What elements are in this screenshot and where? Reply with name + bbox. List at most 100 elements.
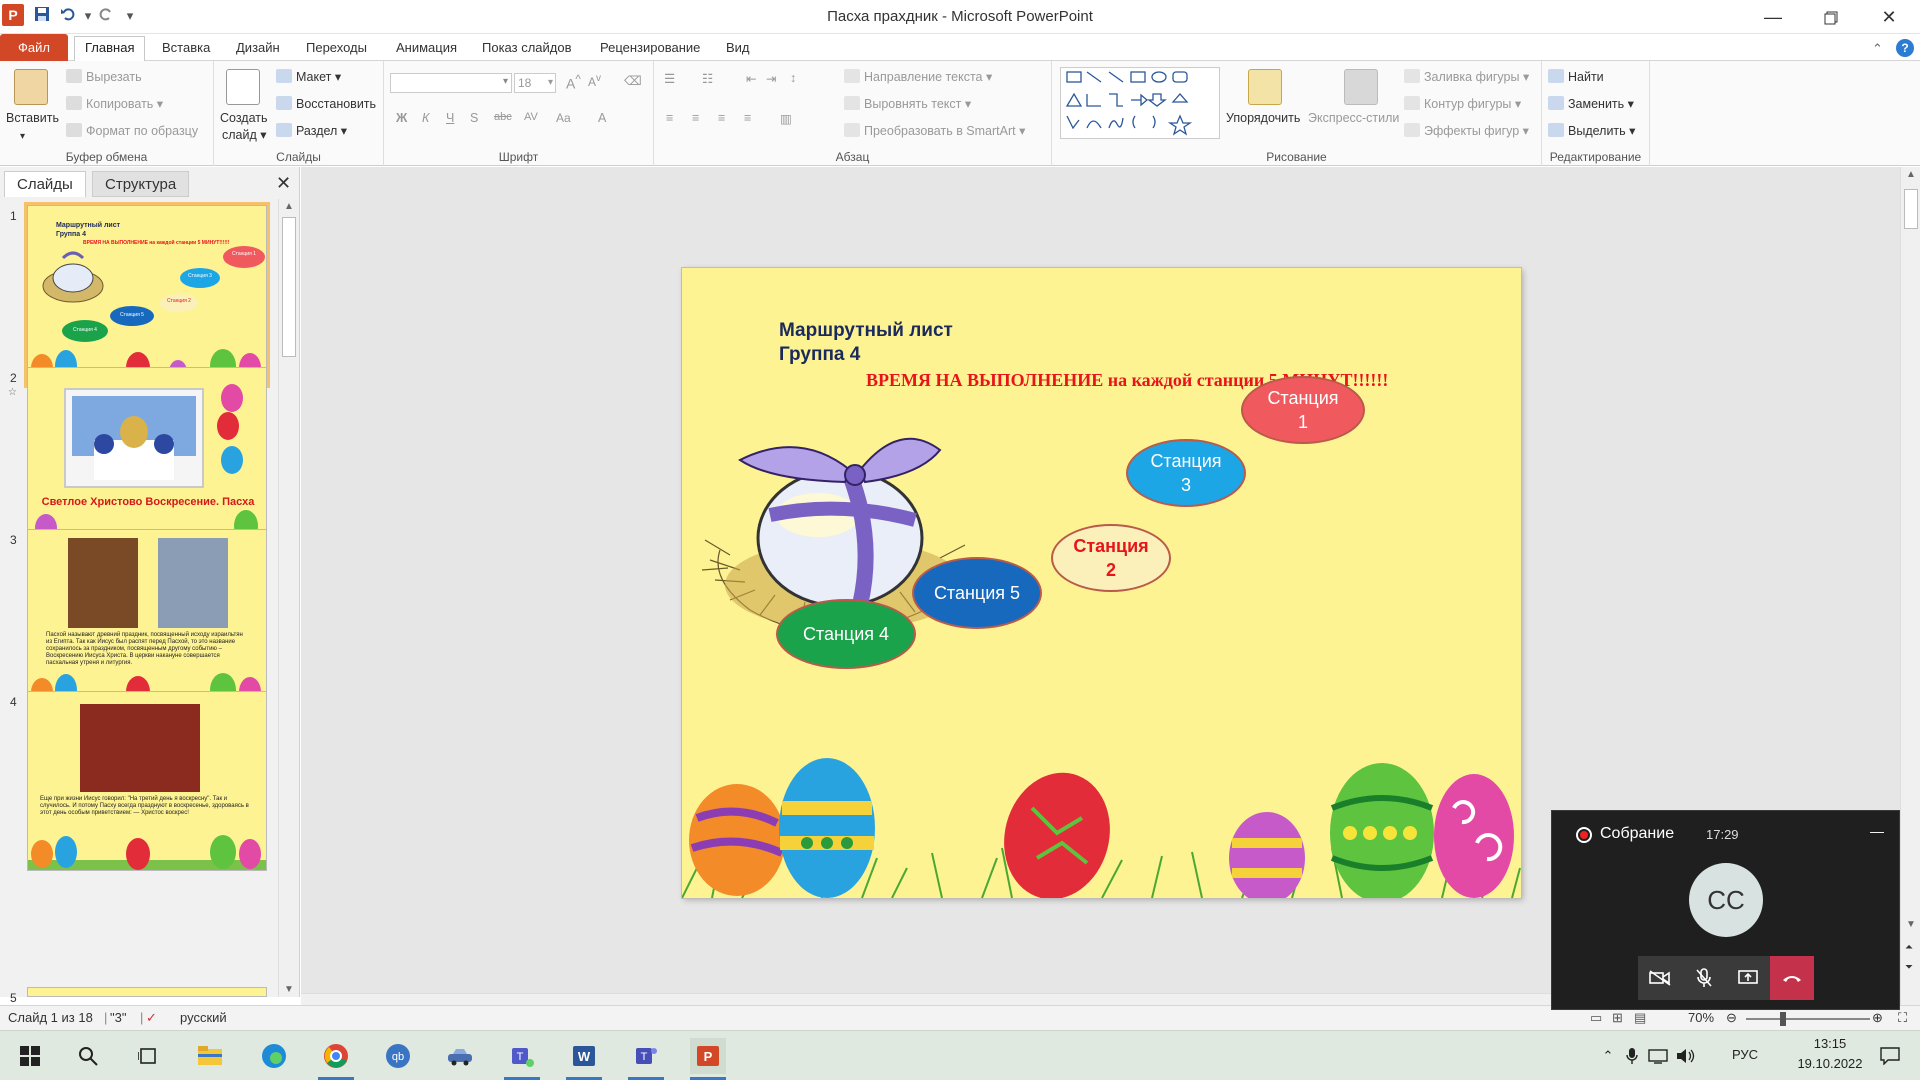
station-1-shape[interactable]: Станция 1 — [1241, 376, 1365, 444]
share-screen-icon[interactable] — [1726, 956, 1770, 1000]
section-button[interactable]: Раздел ▾ — [276, 123, 347, 138]
bullets-icon[interactable]: ☰ — [664, 71, 675, 86]
smartart-button[interactable]: Преобразовать в SmartArt ▾ — [844, 123, 1025, 138]
reset-button[interactable]: Восстановить — [276, 96, 376, 111]
undo-dropdown-icon[interactable]: ▾ — [78, 6, 98, 26]
shadow-icon[interactable]: S — [470, 111, 478, 125]
network-icon[interactable] — [1646, 1038, 1670, 1074]
tab-outline[interactable]: Структура — [92, 171, 190, 197]
select-button[interactable]: Выделить ▾ — [1548, 123, 1635, 138]
tab-transitions[interactable]: Переходы — [296, 37, 377, 61]
search-icon[interactable] — [70, 1038, 106, 1074]
normal-view-icon[interactable]: ▭ — [1590, 1010, 1602, 1026]
microphone-icon[interactable] — [1622, 1038, 1642, 1074]
redo-icon[interactable] — [96, 6, 116, 26]
justify-icon[interactable]: ≡ — [744, 111, 751, 125]
station-2-shape[interactable]: Станция 2 — [1051, 524, 1171, 592]
quick-styles-icon[interactable] — [1344, 69, 1378, 105]
powerpoint-taskbar-icon[interactable]: P — [690, 1038, 726, 1074]
tab-slides[interactable]: Слайды — [4, 171, 86, 197]
shape-fill-button[interactable]: Заливка фигуры ▾ — [1404, 69, 1529, 84]
windows-start-icon[interactable] — [12, 1038, 48, 1074]
tab-home[interactable]: Главная — [74, 36, 146, 62]
close-panel-icon[interactable]: ✕ — [276, 173, 291, 194]
arrange-button[interactable]: Упорядочить — [1226, 111, 1300, 125]
volume-icon[interactable] — [1674, 1038, 1698, 1074]
show-hidden-icons-icon[interactable]: ⌃ — [1598, 1038, 1618, 1074]
quick-styles-button[interactable]: Экспресс-стили — [1308, 111, 1399, 125]
tab-slideshow[interactable]: Показ слайдов — [472, 37, 582, 61]
paste-button[interactable]: Вставить — [6, 111, 59, 125]
fit-slide-icon[interactable]: ⛶ — [1898, 1010, 1907, 1026]
notifications-icon[interactable] — [1872, 1038, 1908, 1074]
shrink-font-icon[interactable]: Av — [588, 73, 601, 89]
station-5-shape[interactable]: Станция 5 — [912, 557, 1042, 629]
scroll-up-icon[interactable]: ▲ — [284, 201, 294, 212]
slide-sorter-icon[interactable]: ⊞ — [1612, 1010, 1623, 1026]
current-slide[interactable]: Маршрутный лист Группа 4 ВРЕМЯ НА ВЫПОЛН… — [682, 268, 1521, 898]
slide-subtitle[interactable]: Группа 4 — [779, 344, 860, 366]
scroll-thumb[interactable] — [1904, 189, 1918, 229]
restore-icon[interactable] — [1802, 0, 1860, 34]
font-size-dropdown-icon[interactable]: ▾ — [548, 74, 553, 92]
station-3-shape[interactable]: Станция 3 — [1126, 439, 1246, 507]
scroll-up-icon[interactable]: ▲ — [1906, 169, 1916, 180]
tab-view[interactable]: Вид — [716, 37, 760, 61]
font-name-dropdown-icon[interactable]: ▾ — [503, 76, 508, 87]
save-icon[interactable] — [32, 6, 52, 26]
shapes-gallery[interactable] — [1060, 67, 1220, 139]
bold-icon[interactable]: Ж — [396, 111, 407, 125]
station-4-shape[interactable]: Станция 4 — [776, 599, 916, 669]
italic-icon[interactable]: К — [422, 111, 429, 125]
slide-thumbnail-4[interactable]: Еще при жизни Иисус говорил: "На третий … — [27, 691, 267, 871]
hang-up-icon[interactable] — [1770, 956, 1814, 1000]
arrange-icon[interactable] — [1248, 69, 1282, 105]
underline-icon[interactable]: Ч — [446, 111, 454, 125]
edge-browser-icon[interactable] — [256, 1038, 292, 1074]
editor-vertical-scrollbar[interactable]: ▲ ▼ ⏶ ⏷ — [1900, 167, 1920, 1005]
cut-button[interactable]: Вырезать — [66, 69, 142, 84]
scroll-down-icon[interactable]: ▼ — [284, 984, 294, 995]
teams-icon[interactable]: T — [504, 1038, 540, 1074]
slide-title[interactable]: Маршрутный лист — [779, 318, 953, 344]
close-icon[interactable]: ✕ — [1860, 0, 1918, 34]
shape-effects-button[interactable]: Эффекты фигур ▾ — [1404, 123, 1529, 138]
format-painter-button[interactable]: Формат по образцу — [66, 123, 198, 138]
align-text-button[interactable]: Выровнять текст ▾ — [844, 96, 971, 111]
strikethrough-icon[interactable]: abc — [494, 111, 512, 123]
scroll-down-icon[interactable]: ▼ — [1906, 919, 1916, 930]
paste-dropdown-icon[interactable]: ▾ — [20, 131, 25, 142]
tab-review[interactable]: Рецензирование — [590, 37, 710, 61]
clock-date[interactable]: 19.10.2022 — [1790, 1056, 1870, 1071]
zoom-in-icon[interactable]: ⊕ — [1872, 1010, 1883, 1026]
zoom-slider-thumb[interactable] — [1780, 1012, 1786, 1026]
new-slide-button-line2[interactable]: слайд ▾ — [222, 127, 267, 142]
char-spacing-icon[interactable]: AV — [524, 111, 538, 123]
change-case-icon[interactable]: Aa — [556, 111, 571, 125]
slide-thumbnail-3[interactable]: Пасхой называют древний праздник, посвящ… — [27, 529, 267, 709]
chrome-browser-icon[interactable] — [318, 1038, 354, 1074]
scroll-thumb[interactable] — [282, 217, 296, 357]
customize-qat-icon[interactable]: ▾ — [120, 6, 140, 26]
numbering-icon[interactable]: ☷ — [702, 71, 713, 86]
clear-format-icon[interactable]: ⌫ — [624, 73, 642, 88]
slide-thumbnail-2[interactable]: Светлое Христово Воскресение. Пасха — [27, 367, 267, 547]
zoom-slider[interactable] — [1746, 1018, 1870, 1020]
columns-icon[interactable]: ▥ — [780, 111, 792, 126]
align-right-icon[interactable]: ≡ — [718, 111, 725, 125]
file-explorer-icon[interactable] — [192, 1038, 228, 1074]
font-name-input[interactable]: ▾ — [390, 73, 512, 93]
find-button[interactable]: Найти — [1548, 69, 1604, 84]
new-slide-button-line1[interactable]: Создать — [220, 111, 268, 125]
grow-font-icon[interactable]: A^ — [566, 73, 581, 92]
tab-design[interactable]: Дизайн — [226, 37, 290, 61]
camera-off-icon[interactable] — [1638, 956, 1682, 1000]
slide-thumbnail-5[interactable] — [27, 987, 267, 997]
slides-panel-scrollbar[interactable]: ▲ ▼ — [278, 199, 298, 997]
text-direction-button[interactable]: Направление текста ▾ — [844, 69, 992, 84]
qbittorrent-icon[interactable]: qb — [380, 1038, 416, 1074]
minimize-icon[interactable]: — — [1744, 0, 1802, 34]
layout-button[interactable]: Макет ▾ — [276, 69, 341, 84]
car-app-icon[interactable] — [442, 1038, 478, 1074]
powerpoint-app-icon[interactable]: P — [2, 4, 24, 26]
